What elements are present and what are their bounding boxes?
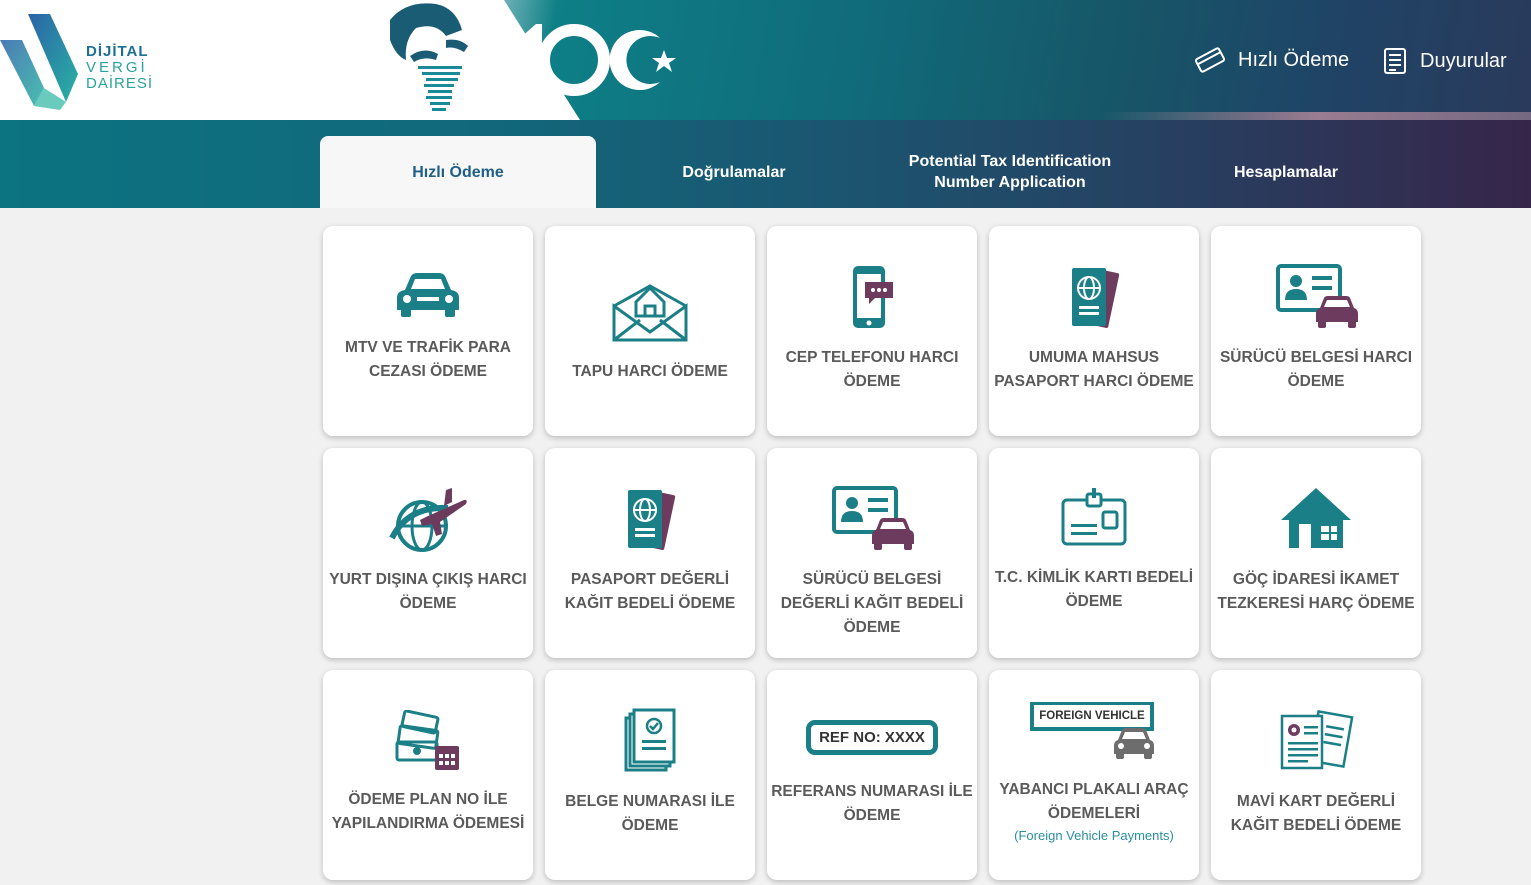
header-quick-payment-link[interactable]: Hızlı Ödeme <box>1194 46 1349 74</box>
card-label: SÜRÜCÜ BELGESİ DEĞERLİ KAĞIT BEDELİ ÖDEM… <box>780 571 964 636</box>
card-passport-fee[interactable]: UMUMA MAHSUS PASAPORT HARCI ÖDEME <box>989 226 1199 436</box>
card-icon <box>1194 47 1226 73</box>
id-card-icon <box>989 488 1199 548</box>
card-label: SÜRÜCÜ BELGESİ HARCI ÖDEME <box>1219 349 1413 390</box>
header-announcements-link[interactable]: Duyurular <box>1382 46 1507 76</box>
foreign-vehicle-icon: FOREIGN VEHICLE <box>989 702 1199 760</box>
centennial-100-logo <box>512 20 687 100</box>
card-label: CEP TELEFONU HARCI ÖDEME <box>785 349 959 390</box>
card-mtv-traffic-fine[interactable]: MTV VE TRAFİK PARA CEZASI ÖDEME <box>323 226 533 436</box>
card-label: ÖDEME PLAN NO İLE YAPILANDIRMA ÖDEMESİ <box>331 791 525 832</box>
header-announcements-label: Duyurular <box>1420 49 1507 72</box>
driver-license-icon <box>1211 264 1421 330</box>
tab-label: Doğrulamalar <box>682 163 786 181</box>
card-passport-paper-fee[interactable]: PASAPORT DEĞERLİ KAĞIT BEDELİ ÖDEME <box>545 448 755 658</box>
card-payment-plan[interactable]: ÖDEME PLAN NO İLE YAPILANDIRMA ÖDEMESİ <box>323 670 533 880</box>
tab-label: Hesaplamalar <box>1233 163 1339 181</box>
logo-line-3: DAİRESİ <box>86 75 154 92</box>
card-label: YABANCI PLAKALI ARAÇ ÖDEMELERİ <box>999 781 1189 822</box>
card-label: BELGE NUMARASI İLE ÖDEME <box>565 793 735 834</box>
card-mobile-phone-fee[interactable]: CEP TELEFONU HARCI ÖDEME <box>767 226 977 436</box>
document-icon <box>1384 48 1406 74</box>
card-document-number-payment[interactable]: BELGE NUMARASI İLE ÖDEME <box>545 670 755 880</box>
document-check-icon <box>545 708 755 774</box>
tab-label: Potential Tax Identification Number Appl… <box>908 153 1112 191</box>
card-label: PASAPORT DEĞERLİ KAĞIT BEDELİ ÖDEME <box>564 571 736 612</box>
dijital-vergi-dairesi-logo[interactable]: DİJİTAL VERGİ DAİRESİ <box>0 10 153 110</box>
card-title-deed-fee[interactable]: TAPU HARCI ÖDEME <box>545 226 755 436</box>
car-icon <box>323 272 533 318</box>
driver-license-icon <box>767 486 977 552</box>
ref-number-icon: REF NO: XXXX <box>767 720 977 755</box>
logo-line-2: VERGİ <box>86 59 148 76</box>
card-label: MAVİ KART DEĞERLİ KAĞIT BEDELİ ÖDEME <box>1230 793 1402 834</box>
card-label: TAPU HARCI ÖDEME <box>572 363 728 380</box>
mobile-phone-icon <box>767 264 977 330</box>
ataturk-portrait-icon <box>376 0 496 120</box>
house-envelope-icon <box>545 276 755 342</box>
globe-plane-icon <box>323 486 533 552</box>
card-reference-number-payment[interactable]: REF NO: XXXX REFERANS NUMARASI İLE ÖDEME <box>767 670 977 880</box>
card-foreign-vehicle-payment[interactable]: FOREIGN VEHICLE YABANCI PLAKALI ARAÇ ÖDE… <box>989 670 1199 880</box>
card-id-card-fee[interactable]: T.C. KİMLİK KARTI BEDELİ ÖDEME <box>989 448 1199 658</box>
card-departure-fee[interactable]: YURT DIŞINA ÇIKIŞ HARCI ÖDEME <box>323 448 533 658</box>
card-label: UMUMA MAHSUS PASAPORT HARCI ÖDEME <box>994 349 1194 390</box>
card-label: GÖÇ İDARESİ İKAMET TEZKERESİ HARÇ ÖDEME <box>1217 571 1415 612</box>
logo-text: DİJİTAL VERGİ DAİRESİ <box>86 44 153 92</box>
card-label: MTV VE TRAFİK PARA CEZASI ÖDEME <box>345 339 511 380</box>
header-quick-payment-label: Hızlı Ödeme <box>1238 48 1350 71</box>
navigation-tabs: Hızlı Ödeme Doğrulamalar Potential Tax I… <box>0 120 1531 208</box>
logo-line-1: DİJİTAL <box>86 43 149 60</box>
home-icon <box>1211 486 1421 550</box>
passport-icon <box>545 488 755 552</box>
card-label: YURT DIŞINA ÇIKIŞ HARCI ÖDEME <box>329 571 527 612</box>
card-residence-permit-fee[interactable]: GÖÇ İDARESİ İKAMET TEZKERESİ HARÇ ÖDEME <box>1211 448 1421 658</box>
card-driver-license-fee[interactable]: SÜRÜCÜ BELGESİ HARCI ÖDEME <box>1211 226 1421 436</box>
header: DİJİTAL VERGİ DAİRESİ Hızlı Ödeme Duyuru… <box>0 0 1531 120</box>
logo-mark-icon <box>0 14 78 110</box>
card-label: REFERANS NUMARASI İLE ÖDEME <box>771 783 973 824</box>
tab-label: Hızlı Ödeme <box>412 163 504 181</box>
tab-tax-id-application[interactable]: Potential Tax Identification Number Appl… <box>872 136 1148 208</box>
passport-icon <box>989 266 1199 330</box>
tab-verifications[interactable]: Doğrulamalar <box>596 136 872 208</box>
tab-calculations[interactable]: Hesaplamalar <box>1148 136 1424 208</box>
tab-quick-payment[interactable]: Hızlı Ödeme <box>320 136 596 208</box>
card-driver-license-paper-fee[interactable]: SÜRÜCÜ BELGESİ DEĞERLİ KAĞIT BEDELİ ÖDEM… <box>767 448 977 658</box>
card-blue-card-paper-fee[interactable]: MAVİ KART DEĞERLİ KAĞIT BEDELİ ÖDEME <box>1211 670 1421 880</box>
header-glow <box>1100 112 1531 120</box>
card-label: T.C. KİMLİK KARTI BEDELİ ÖDEME <box>994 569 1194 610</box>
card-sublabel: (Foreign Vehicle Payments) <box>1014 828 1174 843</box>
blue-card-docs-icon <box>1211 710 1421 772</box>
ref-number-badge: REF NO: XXXX <box>819 729 925 746</box>
foreign-vehicle-badge: FOREIGN VEHICLE <box>1039 710 1145 722</box>
money-calendar-icon <box>323 710 533 772</box>
